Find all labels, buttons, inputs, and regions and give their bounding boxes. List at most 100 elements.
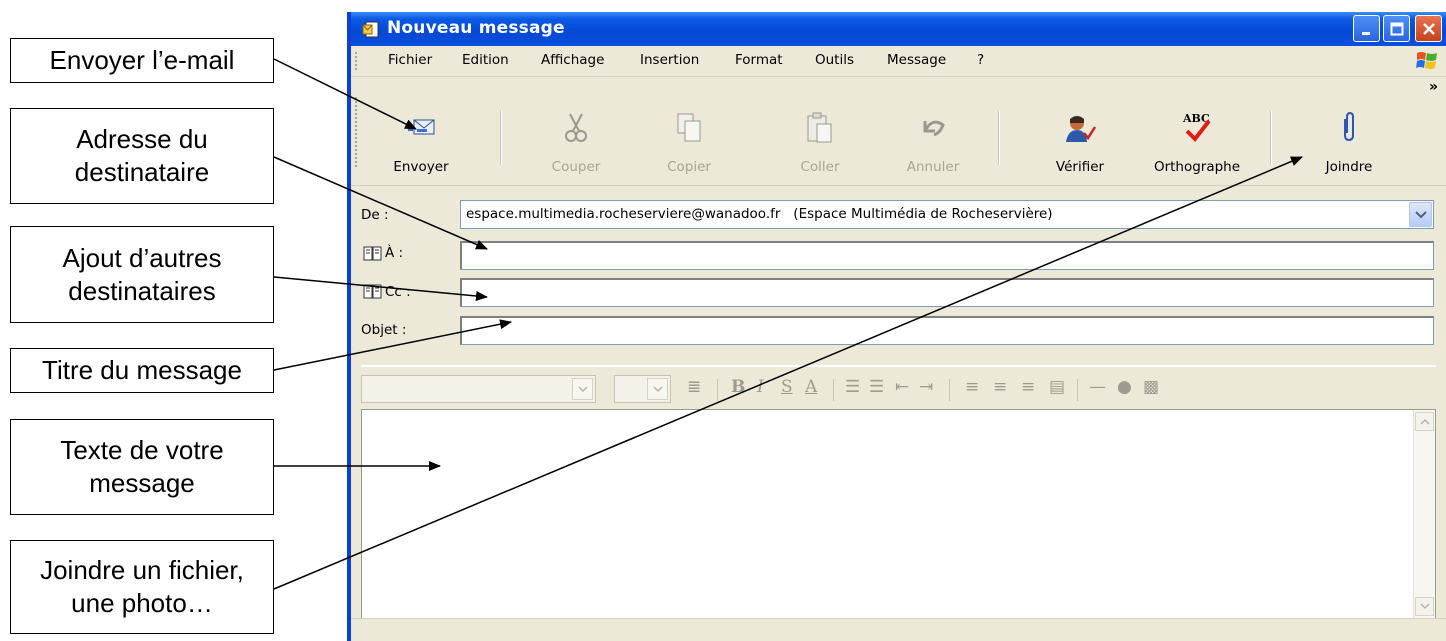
from-select[interactable]: espace.multimedia.rocheserviere@wanadoo.… <box>460 200 1434 229</box>
vertical-scrollbar[interactable] <box>1413 410 1435 618</box>
menu-outils[interactable]: Outils <box>815 52 854 68</box>
cut-button[interactable]: Couper <box>516 77 636 185</box>
menu-grip[interactable] <box>355 52 360 70</box>
chevron-up-icon <box>1419 418 1430 425</box>
menu-bar: Fichier Edition Affichage Insertion Form… <box>351 46 1446 77</box>
menu-edition[interactable]: Edition <box>462 52 509 68</box>
horizontal-line-icon[interactable]: — <box>1089 377 1106 397</box>
bold-icon[interactable]: B <box>731 377 745 397</box>
from-value: espace.multimedia.rocheserviere@wanadoo.… <box>466 206 1053 222</box>
callout-cc: Ajout d’autres destinataires <box>10 226 274 323</box>
align-center-icon[interactable]: ≡ <box>993 377 1007 397</box>
underline-icon[interactable]: S <box>781 377 793 397</box>
subject-label: Objet : <box>361 322 407 338</box>
increase-indent-icon[interactable]: ⇥ <box>919 377 933 397</box>
decrease-indent-icon[interactable]: ⇤ <box>895 377 909 397</box>
spelling-icon: ABC <box>1182 112 1211 143</box>
check-names-icon <box>1066 116 1097 142</box>
format-separator <box>717 379 718 401</box>
check-names-button[interactable]: Vérifier <box>1020 77 1140 185</box>
chevron-down-icon <box>652 385 663 392</box>
status-bar <box>351 618 1446 641</box>
undo-icon <box>923 120 945 137</box>
align-left-icon[interactable]: ≡ <box>965 377 979 397</box>
chevron-down-icon <box>1419 603 1430 610</box>
cut-label: Couper <box>551 159 601 175</box>
minimize-icon <box>1361 31 1370 35</box>
format-separator <box>949 379 950 401</box>
paste-icon <box>807 112 832 143</box>
check-names-label: Vérifier <box>1055 159 1105 175</box>
cc-field[interactable] <box>460 278 1434 307</box>
maximize-button[interactable] <box>1383 15 1410 42</box>
minimize-button[interactable] <box>1353 15 1380 42</box>
format-separator <box>1077 379 1078 401</box>
paste-label: Coller <box>800 159 840 175</box>
toolbar-separator <box>1270 111 1272 165</box>
callout-recipient: Adresse du destinataire <box>10 108 274 204</box>
undo-button[interactable]: Annuler <box>873 77 993 185</box>
callout-attach: Joindre un fichier, une photo… <box>10 540 274 634</box>
callout-body: Texte de votre message <box>10 419 274 515</box>
attach-label: Joindre <box>1325 159 1373 175</box>
font-name-select[interactable] <box>361 375 596 403</box>
compose-window: Nouveau message Fichier Edition Affichag… <box>347 12 1446 641</box>
callout-subject: Titre du message <box>10 348 274 393</box>
spelling-button[interactable]: ABC Orthographe <box>1132 77 1262 185</box>
from-label: De : <box>361 207 389 223</box>
menu-fichier[interactable]: Fichier <box>388 52 432 68</box>
scissors-icon <box>565 113 587 142</box>
formatting-toolbar: ≣ B I S A ☰ ☰ ⇤ ⇥ ≡ ≡ ≡ ▤ — ● ▩ <box>361 365 1436 409</box>
numbered-list-icon[interactable]: ☰ <box>845 377 860 397</box>
to-field[interactable] <box>460 241 1434 270</box>
spelling-label: Orthographe <box>1153 159 1241 175</box>
font-size-select[interactable] <box>614 375 671 403</box>
cc-label: Cc : <box>385 284 411 300</box>
subject-field[interactable] <box>460 316 1434 345</box>
menu-help[interactable]: ? <box>977 52 984 68</box>
scroll-up-button[interactable] <box>1415 412 1434 431</box>
align-right-icon[interactable]: ≡ <box>1021 377 1035 397</box>
paragraph-style-icon[interactable]: ≣ <box>687 377 701 397</box>
chevron-down-icon <box>1414 210 1427 218</box>
message-body[interactable] <box>361 409 1436 619</box>
insert-image-icon[interactable]: ▩ <box>1143 377 1159 397</box>
toolbar-separator <box>500 111 502 165</box>
scroll-down-button[interactable] <box>1415 597 1434 616</box>
toolbar-overflow-icon[interactable]: » <box>1429 79 1438 95</box>
attach-button[interactable]: Joindre <box>1289 77 1409 185</box>
send-button[interactable]: Envoyer <box>361 77 481 185</box>
window-title: Nouveau message <box>387 18 565 38</box>
undo-label: Annuler <box>906 159 960 175</box>
menu-format[interactable]: Format <box>735 52 783 68</box>
from-dropdown-button[interactable] <box>1409 202 1432 227</box>
title-bar: Nouveau message <box>351 12 1446 46</box>
bullet-list-icon[interactable]: ☰ <box>869 377 884 397</box>
hyperlink-icon[interactable]: ● <box>1117 377 1132 397</box>
copy-button[interactable]: Copier <box>629 77 749 185</box>
copy-label: Copier <box>667 159 711 175</box>
close-button[interactable] <box>1415 15 1442 42</box>
send-label: Envoyer <box>393 159 449 175</box>
italic-icon[interactable]: I <box>757 377 764 397</box>
chevron-down-icon <box>577 385 588 392</box>
toolbar-separator <box>998 111 1000 165</box>
paste-button[interactable]: Coller <box>760 77 880 185</box>
font-color-icon[interactable]: A <box>805 377 817 397</box>
toolbar-grip[interactable] <box>355 97 360 167</box>
menu-message[interactable]: Message <box>887 52 946 68</box>
menu-affichage[interactable]: Affichage <box>541 52 604 68</box>
toolbar: Envoyer Couper Copier Coller Annuler Vér… <box>351 77 1446 186</box>
to-label: À : <box>385 245 404 261</box>
callout-send: Envoyer l’e-mail <box>10 38 274 83</box>
paperclip-icon <box>1344 111 1354 142</box>
copy-icon <box>677 113 701 142</box>
menu-insertion[interactable]: Insertion <box>640 52 699 68</box>
address-book-icon[interactable] <box>363 284 383 300</box>
send-mail-icon <box>406 119 435 135</box>
justify-icon[interactable]: ▤ <box>1049 377 1065 397</box>
format-separator <box>833 379 834 401</box>
new-message-icon <box>362 21 379 38</box>
address-book-icon[interactable] <box>363 246 383 262</box>
close-icon <box>1422 22 1435 35</box>
